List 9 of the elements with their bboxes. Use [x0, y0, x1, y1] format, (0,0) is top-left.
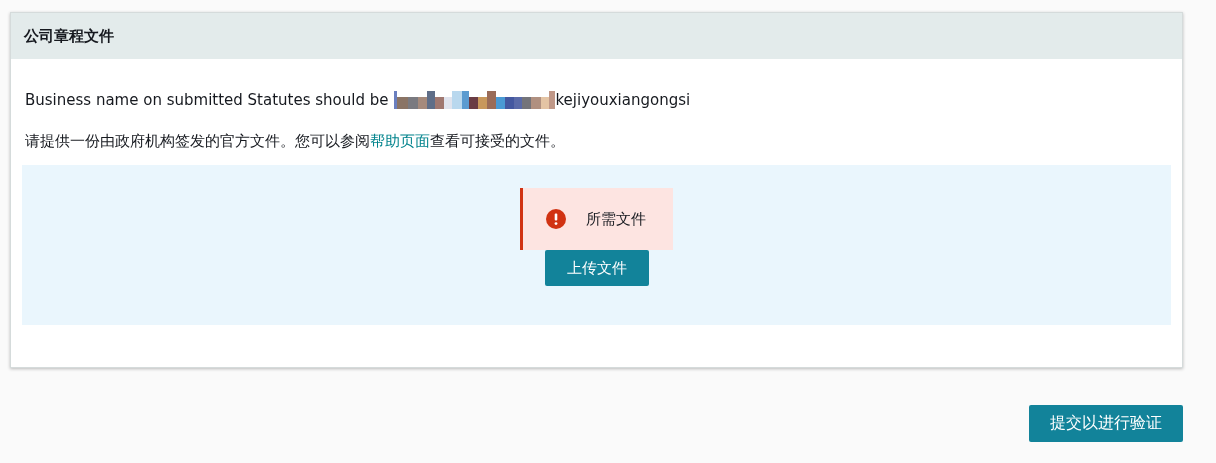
business-name-suffix: kejiyouxiangongsi — [555, 91, 691, 109]
upload-button[interactable]: 上传文件 — [544, 250, 649, 286]
card-title: 公司章程文件 — [24, 26, 114, 46]
business-name-text: Business name on submitted Statutes should be — [25, 91, 389, 109]
instructions-text: 请提供一份由政府机构签发的官方文件。您可以参阅帮助页面查看可接受的文件。 — [25, 131, 566, 151]
submit-button[interactable]: 提交以进行验证 — [1029, 405, 1183, 442]
alert-text: 所需文件 — [586, 209, 646, 229]
alert-icon — [546, 209, 566, 229]
help-link[interactable]: 帮助页面 — [370, 132, 430, 150]
